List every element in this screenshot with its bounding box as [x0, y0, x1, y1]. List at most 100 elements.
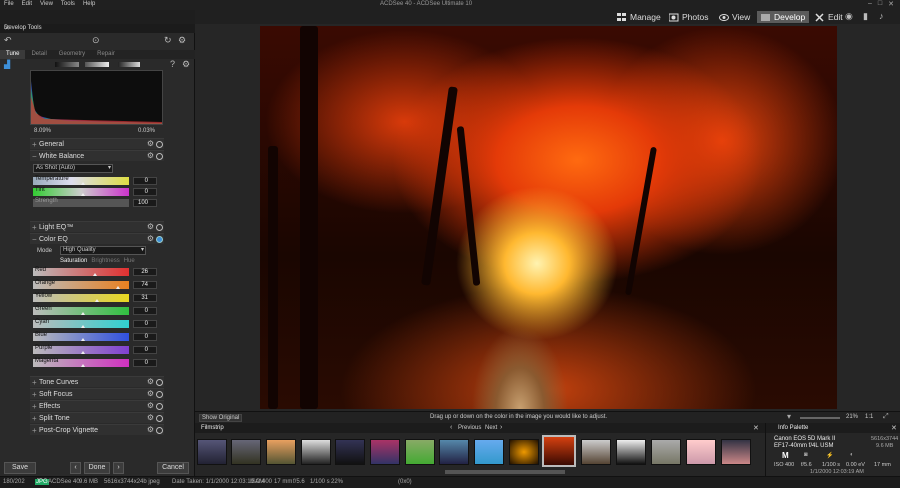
section-general[interactable]: + General ⚙ — [30, 138, 164, 149]
menu-view[interactable]: View — [40, 1, 53, 7]
filmstrip-thumbnail[interactable] — [439, 439, 469, 465]
filmstrip-thumbnail[interactable] — [301, 439, 331, 465]
zoom-slider[interactable] — [800, 417, 840, 419]
black-point-slider[interactable] — [55, 62, 79, 67]
histogram-icon[interactable]: ▟ — [4, 60, 10, 69]
green-value[interactable]: 0 — [133, 307, 157, 315]
slider-knob[interactable] — [81, 364, 85, 367]
filmstrip-thumbnail[interactable] — [370, 439, 400, 465]
filmstrip-thumbnail[interactable] — [581, 439, 611, 465]
orange-slider[interactable]: Orange 74 — [33, 280, 157, 290]
undo-icon[interactable]: ↶ — [4, 35, 12, 46]
tab-tune[interactable]: Tune — [0, 50, 26, 59]
menu-edit[interactable]: Edit — [22, 1, 32, 7]
temperature-value[interactable]: 0 — [133, 177, 157, 185]
stats-icon[interactable]: ▮ — [863, 11, 868, 22]
fit-icon[interactable]: ⤢ — [883, 413, 889, 421]
purple-value[interactable]: 0 — [133, 346, 157, 354]
filmstrip-thumbnail[interactable] — [405, 439, 435, 465]
subtab-hue[interactable]: Hue — [124, 258, 135, 264]
cyan-slider[interactable]: Cyan 0 — [33, 319, 157, 329]
section-light-eq[interactable]: + Light EQ™ ⚙ — [30, 221, 164, 232]
subtab-saturation[interactable]: Saturation — [60, 258, 87, 264]
slider-knob[interactable] — [81, 338, 85, 341]
filmstrip-thumbnail[interactable] — [474, 439, 504, 465]
filmstrip-thumbnail[interactable] — [616, 439, 646, 465]
help-icon[interactable]: ? — [170, 59, 175, 69]
refresh-icon[interactable]: ↻ — [164, 35, 172, 46]
snapshot-icon[interactable]: ⊙ — [92, 35, 100, 46]
photo-autumn-forest-path[interactable] — [260, 26, 837, 409]
gear-icon[interactable]: ⚙ — [147, 425, 154, 434]
section-white-balance[interactable]: − White Balance ⚙ — [30, 150, 164, 161]
tab-detail[interactable]: Detail — [25, 50, 52, 59]
slider-knob[interactable] — [81, 193, 85, 196]
filmstrip-thumbnail[interactable] — [231, 439, 261, 465]
gear-icon[interactable]: ⚙ — [147, 234, 154, 243]
zoom-out-icon[interactable]: ▾ — [787, 412, 791, 421]
slider-knob[interactable] — [81, 325, 85, 328]
close-icon[interactable]: ✕ — [753, 424, 759, 432]
toggle-icon[interactable] — [156, 141, 163, 148]
blue-value[interactable]: 0 — [133, 333, 157, 341]
previous-image-button[interactable]: ‹ — [70, 462, 81, 474]
filmstrip-thumbnail[interactable] — [197, 439, 227, 465]
gear-icon[interactable]: ⚙ — [147, 401, 154, 410]
slider-knob[interactable] — [81, 182, 85, 185]
strength-slider[interactable]: Strength 100 — [33, 198, 157, 208]
slider-knob[interactable] — [81, 312, 85, 315]
section-color-eq[interactable]: − Color EQ ⚙ — [30, 233, 164, 244]
gear-icon[interactable]: ⚙ — [147, 222, 154, 231]
done-button[interactable]: Done — [84, 462, 110, 474]
menu-help[interactable]: Help — [83, 1, 95, 7]
close-icon[interactable]: ✕ — [891, 424, 897, 432]
slider-knob[interactable] — [81, 351, 85, 354]
strength-value[interactable]: 100 — [133, 199, 157, 207]
yellow-value[interactable]: 31 — [133, 294, 157, 302]
section-post-crop-vignette[interactable]: + Post-Crop Vignette ⚙ — [30, 424, 164, 435]
next-image-button[interactable]: › — [113, 462, 124, 474]
filmstrip-thumbnail-selected[interactable] — [542, 435, 576, 467]
menu-file[interactable]: File — [4, 1, 14, 7]
section-effects[interactable]: + Effects ⚙ — [30, 400, 164, 411]
temperature-slider[interactable]: Temperature 0 — [33, 176, 157, 186]
toggle-icon[interactable] — [156, 153, 163, 160]
wb-preset-dropdown[interactable]: As Shot (Auto) ▾ — [33, 164, 113, 173]
slider-knob[interactable] — [93, 273, 97, 276]
tint-slider[interactable]: Tint 0 — [33, 187, 157, 197]
magenta-value[interactable]: 0 — [133, 359, 157, 367]
next-icon[interactable]: › — [500, 424, 502, 431]
toggle-icon[interactable] — [156, 379, 163, 386]
previous-icon[interactable]: ‹ — [450, 424, 452, 431]
gear-icon[interactable]: ⚙ — [147, 389, 154, 398]
green-slider[interactable]: Green 0 — [33, 306, 157, 316]
gear-icon[interactable]: ⚙ — [147, 151, 154, 160]
image-viewer[interactable] — [195, 24, 900, 411]
gear-icon[interactable]: ⚙ — [147, 139, 154, 148]
menu-tools[interactable]: Tools — [61, 1, 75, 7]
toggle-icon[interactable] — [156, 224, 163, 231]
gear-icon[interactable]: ⚙ — [182, 59, 190, 70]
section-soft-focus[interactable]: + Soft Focus ⚙ — [30, 388, 164, 399]
magenta-slider[interactable]: Magenta 0 — [33, 358, 157, 368]
filmstrip-thumbnail[interactable] — [335, 439, 365, 465]
section-split-tone[interactable]: + Split Tone ⚙ — [30, 412, 164, 423]
mode-view-button[interactable]: View — [715, 11, 754, 23]
settings-gear-icon[interactable]: ⚙ — [178, 35, 186, 46]
toggle-icon[interactable] — [156, 427, 163, 434]
red-value[interactable]: 26 — [133, 268, 157, 276]
red-slider[interactable]: Red 26 — [33, 267, 157, 277]
toggle-icon[interactable] — [156, 391, 163, 398]
gear-icon[interactable]: ⚙ — [147, 413, 154, 422]
cyan-value[interactable]: 0 — [133, 320, 157, 328]
slider-knob[interactable] — [116, 286, 120, 289]
filmstrip-scrollbar[interactable] — [445, 470, 565, 474]
pin-icon[interactable]: ✕ — [4, 24, 191, 32]
mode-manage-button[interactable]: Manage — [613, 11, 665, 23]
toggle-icon[interactable] — [156, 415, 163, 422]
filmstrip-thumbnail[interactable] — [266, 439, 296, 465]
filmstrip-thumbnail[interactable] — [509, 439, 539, 465]
toggle-icon[interactable] — [156, 403, 163, 410]
save-button[interactable]: Save — [4, 462, 36, 474]
mode-develop-button[interactable]: Develop — [757, 11, 810, 23]
